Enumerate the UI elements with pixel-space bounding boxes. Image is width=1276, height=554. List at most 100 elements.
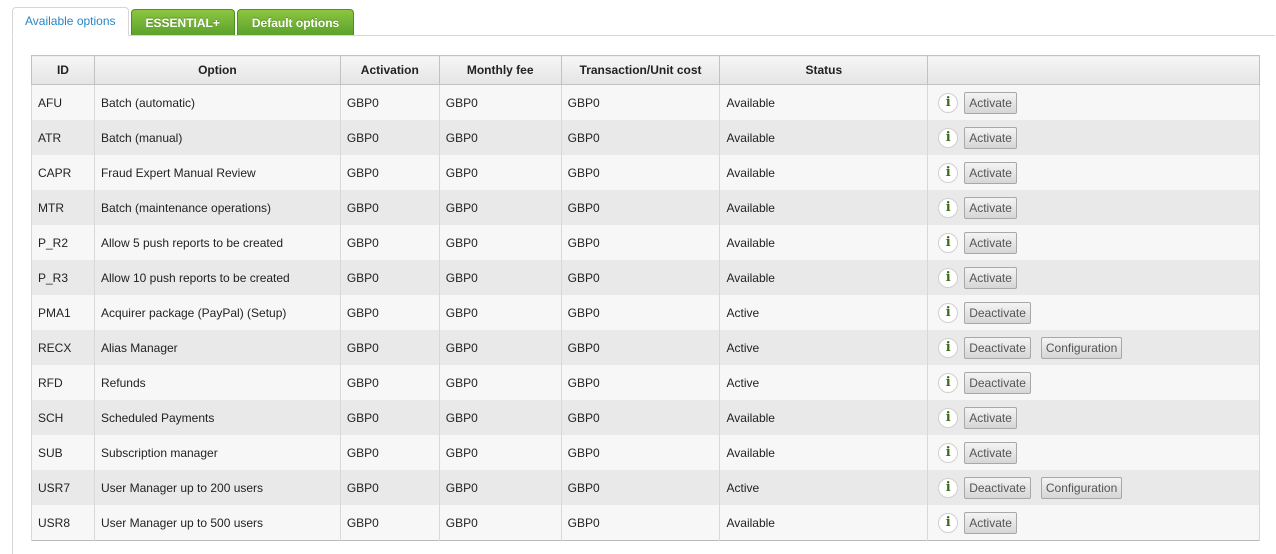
cell-unit-cost: GBP0 <box>560 84 721 120</box>
activate-button[interactable]: Activate <box>964 91 1017 114</box>
cell-option: Acquirer package (PayPal) (Setup) <box>93 295 341 330</box>
cell-unit-cost: GBP0 <box>560 225 721 260</box>
row-actions: i Activate <box>934 441 1259 464</box>
cell-option: User Manager up to 200 users <box>93 470 341 505</box>
info-icon[interactable]: i <box>938 442 959 463</box>
activate-button[interactable]: Activate <box>964 511 1017 534</box>
activate-button[interactable]: Activate <box>964 231 1017 254</box>
tab-available-options[interactable]: Available options <box>12 7 129 36</box>
table-header-row: ID Option Activation Monthly fee Transac… <box>31 55 1260 85</box>
cell-activation: GBP0 <box>339 330 440 365</box>
cell-id: RFD <box>31 365 95 400</box>
cell-activation: GBP0 <box>339 84 440 120</box>
cell-option: User Manager up to 500 users <box>93 505 341 541</box>
tab-essential-plus[interactable]: ESSENTIAL+ <box>130 9 235 36</box>
cell-id: USR8 <box>31 505 95 541</box>
cell-actions: i Activate <box>927 120 1260 155</box>
table-body: AFU Batch (automatic) GBP0 GBP0 GBP0 Availabl… <box>31 84 1260 541</box>
cell-actions: i Activate <box>927 190 1260 225</box>
deactivate-button[interactable]: Deactivate <box>964 371 1031 394</box>
cell-id: CAPR <box>31 155 95 190</box>
cell-id: SUB <box>31 435 95 470</box>
cell-status: Available <box>719 120 929 155</box>
cell-unit-cost: GBP0 <box>560 470 721 505</box>
cell-id: AFU <box>31 84 95 120</box>
cell-actions: i Deactivate <box>927 365 1260 400</box>
info-icon[interactable]: i <box>938 512 959 533</box>
info-icon[interactable]: i <box>938 127 959 148</box>
cell-activation: GBP0 <box>339 400 440 435</box>
row-actions: i Activate <box>934 91 1259 114</box>
table-row: SUB Subscription manager GBP0 GBP0 GBP0 Avail… <box>31 435 1260 470</box>
activate-button[interactable]: Activate <box>964 266 1017 289</box>
info-icon[interactable]: i <box>938 92 959 113</box>
cell-option: Allow 10 push reports to be created <box>93 260 341 295</box>
cell-status: Available <box>719 260 929 295</box>
activate-button[interactable]: Activate <box>964 441 1017 464</box>
info-icon[interactable]: i <box>938 302 959 323</box>
cell-status: Available <box>719 190 929 225</box>
row-actions: i Activate <box>934 126 1259 149</box>
cell-id: USR7 <box>31 470 95 505</box>
table-row: RFD Refunds GBP0 GBP0 GBP0 Active i Deactivate <box>31 365 1260 400</box>
cell-actions: i Activate <box>927 225 1260 260</box>
column-header-option: Option <box>93 55 341 85</box>
cell-status: Active <box>719 295 929 330</box>
cell-status: Available <box>719 505 929 541</box>
deactivate-button[interactable]: Deactivate <box>964 301 1031 324</box>
column-header-unit-cost: Transaction/Unit cost <box>560 55 721 85</box>
info-icon[interactable]: i <box>938 407 959 428</box>
cell-unit-cost: GBP0 <box>560 365 721 400</box>
cell-monthly-fee: GBP0 <box>438 155 562 190</box>
cell-option: Subscription manager <box>93 435 341 470</box>
activate-button[interactable]: Activate <box>964 196 1017 219</box>
info-icon[interactable]: i <box>938 267 959 288</box>
cell-actions: i Activate <box>927 260 1260 295</box>
activate-button[interactable]: Activate <box>964 126 1017 149</box>
cell-actions: i Deactivate Configuration <box>927 470 1260 505</box>
deactivate-button[interactable]: Deactivate <box>964 476 1031 499</box>
cell-activation: GBP0 <box>339 155 440 190</box>
configuration-button[interactable]: Configuration <box>1040 476 1123 499</box>
row-actions: i Deactivate Configuration <box>934 336 1259 359</box>
options-table: ID Option Activation Monthly fee Transac… <box>31 55 1260 541</box>
table-row: SCH Scheduled Payments GBP0 GBP0 GBP0 Availab… <box>31 400 1260 435</box>
configuration-button[interactable]: Configuration <box>1040 336 1123 359</box>
cell-unit-cost: GBP0 <box>560 155 721 190</box>
cell-status: Available <box>719 155 929 190</box>
cell-id: MTR <box>31 190 95 225</box>
cell-unit-cost: GBP0 <box>560 120 721 155</box>
cell-monthly-fee: GBP0 <box>438 120 562 155</box>
row-actions: i Activate <box>934 231 1259 254</box>
cell-activation: GBP0 <box>339 505 440 541</box>
table-row: MTR Batch (maintenance operations) GBP0 GBP… <box>31 190 1260 225</box>
cell-actions: i Activate <box>927 505 1260 541</box>
cell-id: RECX <box>31 330 95 365</box>
info-icon[interactable]: i <box>938 197 959 218</box>
info-icon[interactable]: i <box>938 232 959 253</box>
table-row: ATR Batch (manual) GBP0 GBP0 GBP0 Available i A… <box>31 120 1260 155</box>
activate-button[interactable]: Activate <box>964 161 1017 184</box>
table-row: USR8 User Manager up to 500 users GBP0 GBP0… <box>31 505 1260 541</box>
cell-status: Active <box>719 330 929 365</box>
cell-activation: GBP0 <box>339 260 440 295</box>
options-tabs: Available options ESSENTIAL+ Default opt… <box>12 7 356 36</box>
info-icon[interactable]: i <box>938 162 959 183</box>
cell-unit-cost: GBP0 <box>560 330 721 365</box>
cell-actions: i Activate <box>927 435 1260 470</box>
row-actions: i Deactivate <box>934 301 1259 324</box>
column-header-activation: Activation <box>339 55 440 85</box>
row-actions: i Activate <box>934 266 1259 289</box>
deactivate-button[interactable]: Deactivate <box>964 336 1031 359</box>
cell-monthly-fee: GBP0 <box>438 435 562 470</box>
row-actions: i Activate <box>934 406 1259 429</box>
cell-option: Allow 5 push reports to be created <box>93 225 341 260</box>
cell-monthly-fee: GBP0 <box>438 260 562 295</box>
cell-status: Active <box>719 365 929 400</box>
table-row: CAPR Fraud Expert Manual Review GBP0 GBP0 GB… <box>31 155 1260 190</box>
info-icon[interactable]: i <box>938 477 959 498</box>
info-icon[interactable]: i <box>938 337 959 358</box>
activate-button[interactable]: Activate <box>964 406 1017 429</box>
tab-default-options[interactable]: Default options <box>236 9 355 36</box>
info-icon[interactable]: i <box>938 372 959 393</box>
